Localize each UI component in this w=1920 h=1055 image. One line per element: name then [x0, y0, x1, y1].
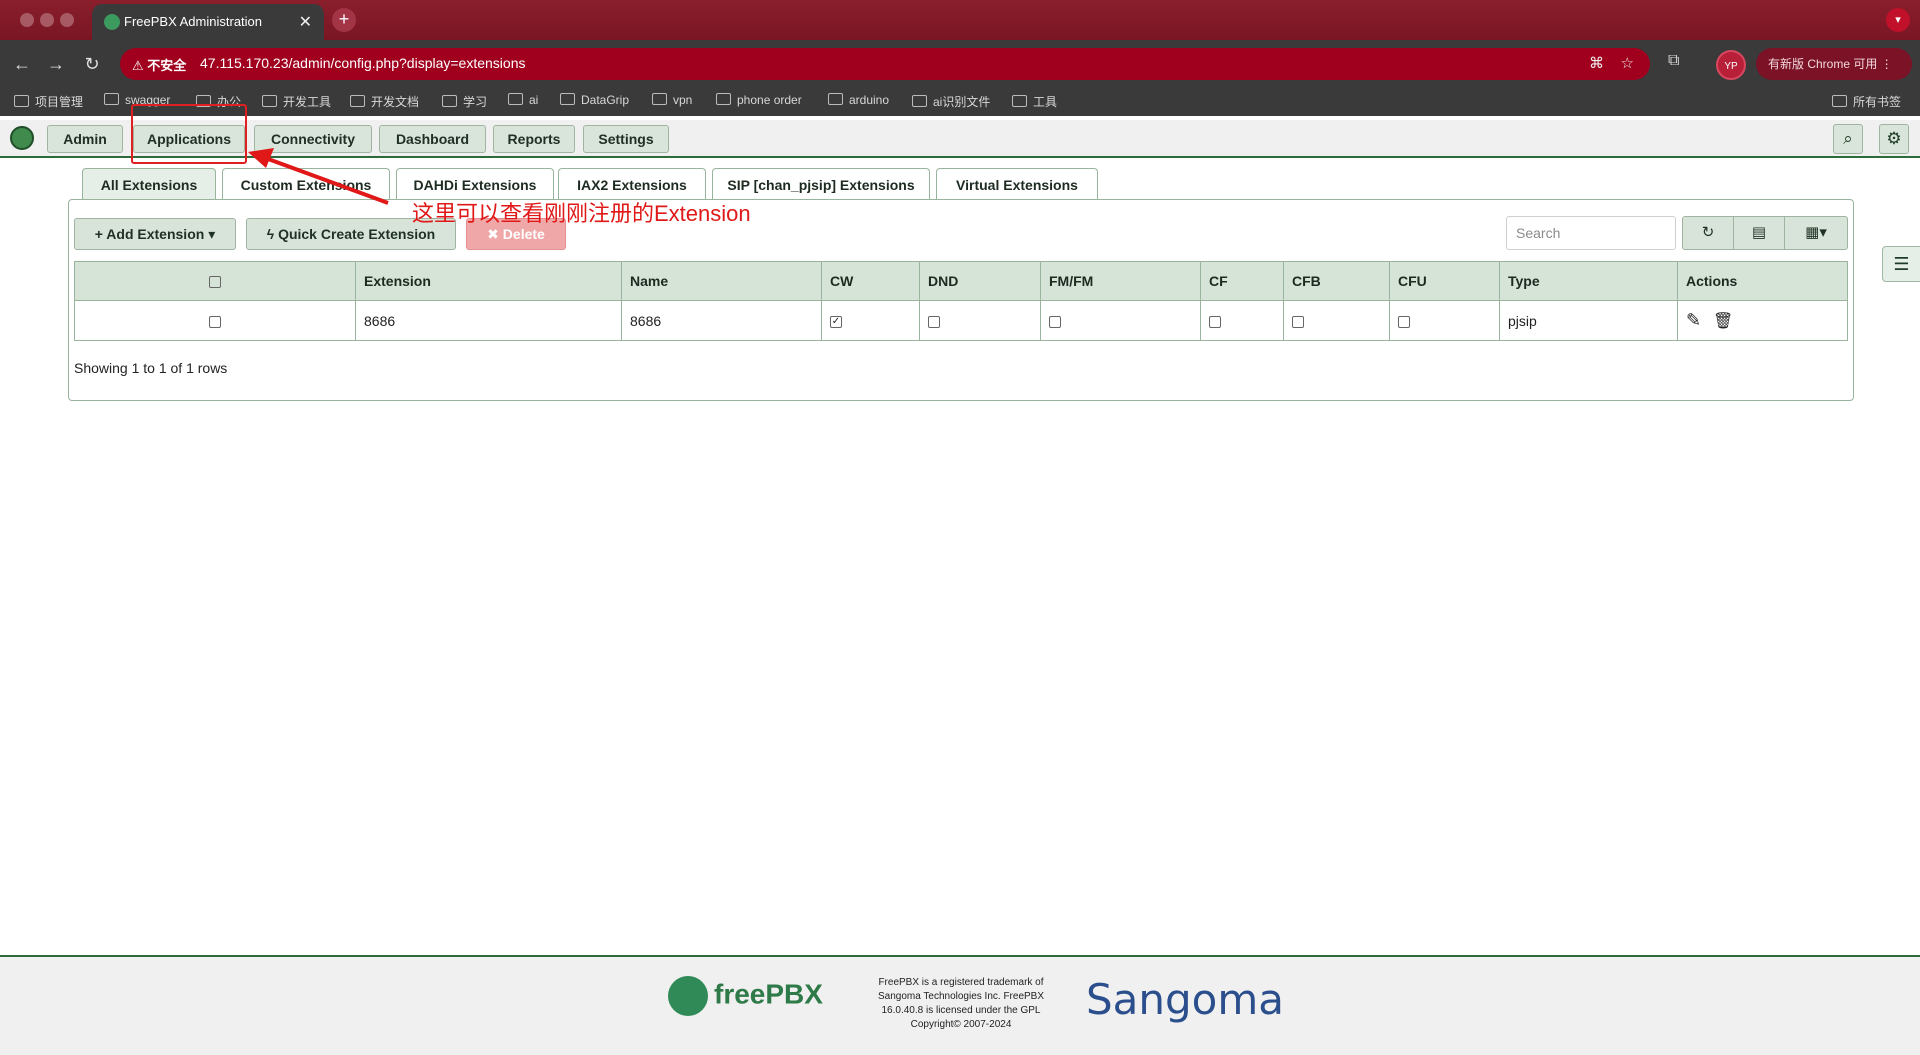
type-cell: pjsip [1499, 300, 1678, 341]
select-all-header [74, 261, 356, 301]
insecure-badge[interactable]: ⚠ 不安全 [132, 55, 186, 74]
table-row: 8686 8686 ✓ pjsip ✎ 🗑 [74, 300, 1848, 341]
cfb-checkbox-icon[interactable] [1292, 315, 1304, 328]
dnd-cell [919, 300, 1041, 341]
fmfm-cell [1040, 300, 1201, 341]
select-all-checkbox[interactable] [209, 276, 221, 289]
column-header[interactable]: CW [821, 261, 920, 301]
column-header: Actions [1677, 261, 1848, 301]
cfb-cell [1283, 300, 1390, 341]
chrome-update-button[interactable]: 有新版 Chrome 可用 ⋮ [1756, 48, 1912, 80]
bookmark-folder[interactable]: arduino [828, 93, 889, 107]
column-header[interactable]: Name [621, 261, 822, 301]
name-cell: 8686 [621, 300, 822, 341]
bookmark-folder[interactable]: 工具 [1012, 93, 1057, 110]
cfu-checkbox-icon[interactable] [1398, 315, 1410, 328]
annotation-text: 这里可以查看刚刚注册的Extension [412, 201, 751, 226]
tab-virtual-extensions[interactable]: Virtual Extensions [936, 168, 1098, 200]
freepbx-logo-icon[interactable] [10, 126, 34, 150]
forward-icon[interactable]: → [42, 50, 70, 78]
cfu-cell [1389, 300, 1500, 341]
reload-icon[interactable]: ↻ [78, 50, 106, 78]
sidebar-list-icon[interactable]: ☰ [1882, 246, 1920, 282]
extensions-icon[interactable]: ⧉ [1668, 52, 1679, 70]
add-extension-button[interactable]: + Add Extension ▾ [74, 218, 236, 250]
close-tab-icon[interactable]: ✕ [299, 12, 312, 32]
bookmark-folder[interactable]: 项目管理 [14, 93, 83, 110]
bookmark-folder[interactable]: ai [508, 93, 538, 107]
toggle-view-icon[interactable]: ▤ [1733, 216, 1785, 250]
fmfm-checkbox-icon[interactable] [1049, 315, 1061, 328]
freepbx-footer-logo: freePBX [668, 976, 823, 1016]
nav-reports[interactable]: Reports [493, 125, 575, 153]
annotation-highlight-box [131, 104, 247, 164]
actions-cell: ✎ 🗑 [1677, 300, 1848, 341]
bookmark-folder[interactable]: DataGrip [560, 93, 629, 107]
bookmark-folder[interactable]: 开发文档 [350, 93, 419, 110]
bookmark-folder[interactable]: 学习 [442, 93, 487, 110]
extensions-table: Extension Name CW DND FM/FM CF CFB CFU T… [74, 261, 1848, 341]
search-input[interactable]: Search [1506, 216, 1676, 250]
row-checkbox[interactable] [209, 315, 221, 328]
new-tab-button[interactable]: + [332, 8, 356, 32]
column-header[interactable]: Extension [355, 261, 622, 301]
row-select-cell [74, 300, 356, 341]
dnd-checkbox-icon[interactable] [928, 315, 940, 328]
url-text[interactable]: 47.115.170.23/admin/config.php?display=e… [200, 55, 525, 71]
annotation-arrow-icon [248, 148, 389, 205]
translate-icon[interactable]: ⌘ [1589, 54, 1604, 72]
refresh-icon[interactable]: ↻ [1682, 216, 1734, 250]
nav-settings[interactable]: Settings [583, 125, 669, 153]
bookmark-folder[interactable]: ai识别文件 [912, 93, 990, 110]
freepbx-frog-icon [668, 976, 708, 1016]
window-close-dot[interactable] [20, 13, 34, 27]
browser-tab[interactable]: FreePBX Administration ✕ [92, 4, 324, 40]
pagination-status: Showing 1 to 1 of 1 rows [74, 360, 228, 376]
search-icon[interactable]: ⌕ [1833, 124, 1863, 154]
column-header[interactable]: CFB [1283, 261, 1390, 301]
window-maximize-dot[interactable] [60, 13, 74, 27]
bookmarks-bar: 项目管理 swagger 办公 开发工具 开发文档 学习 ai DataGrip… [0, 86, 1920, 116]
columns-icon[interactable]: ▦▾ [1784, 216, 1848, 250]
footer-legal-text: FreePBX is a registered trademark of San… [877, 977, 1045, 1030]
column-header[interactable]: Type [1499, 261, 1678, 301]
bookmark-folder[interactable]: 开发工具 [262, 93, 331, 110]
bookmark-folder[interactable]: phone order [716, 93, 802, 107]
all-bookmarks-folder[interactable]: 所有书签 [1832, 93, 1901, 110]
bookmark-folder[interactable]: vpn [652, 93, 692, 107]
tab-title: FreePBX Administration [124, 14, 263, 29]
freepbx-favicon-icon [104, 14, 120, 30]
cf-checkbox-icon[interactable] [1209, 315, 1221, 328]
edit-icon[interactable]: ✎ [1686, 310, 1701, 330]
column-header[interactable]: DND [919, 261, 1041, 301]
column-header[interactable]: FM/FM [1040, 261, 1201, 301]
cf-cell [1200, 300, 1284, 341]
cw-checked-icon[interactable]: ✓ [830, 315, 842, 328]
back-icon[interactable]: ← [8, 50, 36, 78]
extension-cell: 8686 [355, 300, 622, 341]
address-bar[interactable]: ⚠ 不安全 47.115.170.23/admin/config.php?dis… [120, 48, 1650, 80]
cw-cell: ✓ [821, 300, 920, 341]
bookmark-star-icon[interactable]: ☆ [1621, 54, 1634, 72]
tab-search-icon[interactable]: ▾ [1886, 8, 1910, 32]
window-minimize-dot[interactable] [40, 13, 54, 27]
column-header[interactable]: CFU [1389, 261, 1500, 301]
trash-icon[interactable]: 🗑 [1713, 313, 1733, 330]
nav-admin[interactable]: Admin [47, 125, 123, 153]
tab-all-extensions[interactable]: All Extensions [82, 168, 216, 200]
column-header[interactable]: CF [1200, 261, 1284, 301]
gear-icon[interactable]: ⚙ [1879, 124, 1909, 154]
sangoma-logo: Sangoma [1086, 975, 1285, 1024]
profile-avatar[interactable]: YP [1716, 50, 1746, 80]
